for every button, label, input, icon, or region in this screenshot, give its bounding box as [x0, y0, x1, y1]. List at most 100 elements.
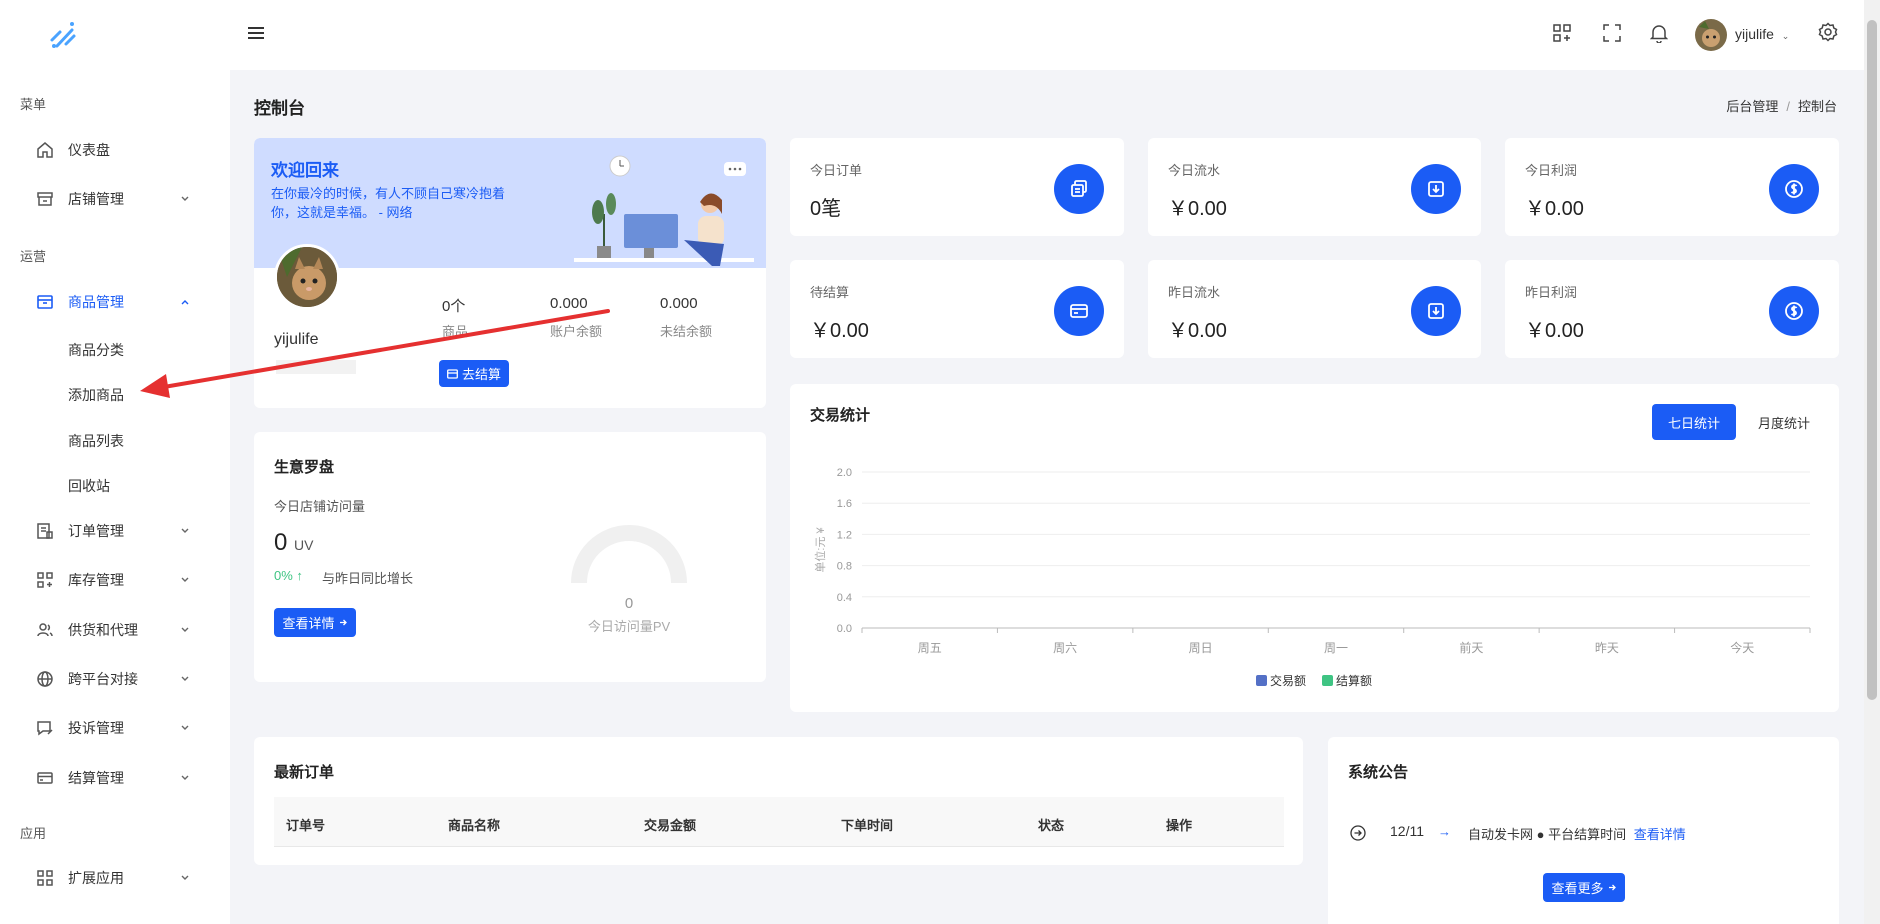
order-list-icon: [36, 522, 54, 540]
sidebar-subitem-category[interactable]: 商品分类: [68, 340, 124, 360]
column-header-order-time: 下单时间: [841, 818, 894, 833]
store-icon: [36, 190, 54, 208]
stat-card-today-orders: 今日订单 0笔: [790, 138, 1124, 236]
account-balance-label: 账户余额: [550, 324, 603, 339]
sidebar-item-products[interactable]: 商品管理: [36, 289, 196, 315]
trade-stats-card: 交易统计 七日统计 月度统计 0.0 0.4 0.8 1.2 1.6 2.0 单位:元 ¥ 周…: [790, 384, 1839, 712]
legend-label: 结算额: [1336, 673, 1372, 688]
sidebar-item-store[interactable]: 店铺管理: [36, 186, 196, 212]
notice-date: 12/11: [1390, 823, 1424, 839]
stat-card-yesterday-flow: 昨日流水 ￥0.00: [1148, 260, 1481, 358]
stat-value: ￥0.00: [1168, 198, 1227, 220]
grid-plus-icon: [36, 571, 54, 589]
stat-label: 今日利润: [1525, 163, 1578, 178]
stat-value: ￥0.00: [1525, 198, 1584, 220]
x-tick-label: 前天: [1459, 640, 1483, 655]
sidebar-item-cross-platform[interactable]: 跨平台对接: [36, 666, 196, 692]
sidebar-subitem-product-list[interactable]: 商品列表: [68, 431, 124, 451]
stat-label: 昨日利润: [1525, 285, 1578, 300]
page-title: 控制台: [254, 99, 305, 118]
x-tick-label: 周五: [918, 641, 942, 655]
chevron-down-icon: ⌄: [1781, 31, 1790, 41]
y-tick-label: 0.4: [837, 592, 852, 604]
sidebar-item-settlement[interactable]: 结算管理: [36, 765, 196, 791]
legend-label: 交易额: [1270, 673, 1306, 688]
brand-logo[interactable]: [46, 18, 82, 50]
globe-icon: [36, 670, 54, 688]
blurred-placeholder: [276, 360, 356, 374]
sidebar-subitem-recycle-bin[interactable]: 回收站: [68, 476, 110, 496]
chevron-down-icon: [180, 625, 190, 635]
legend-swatch: [1322, 675, 1333, 686]
compass-title: 生意罗盘: [274, 459, 335, 476]
stat-label: 待结算: [810, 285, 850, 300]
sidebar-item-supply[interactable]: 供货和代理: [36, 617, 196, 643]
x-tick-label: 周一: [1324, 641, 1348, 655]
chevron-down-icon: [180, 526, 190, 536]
stat-value: ￥0.00: [810, 320, 869, 342]
stat-card-today-profit: 今日利润 ￥0.00: [1505, 138, 1839, 236]
chevron-down-icon: [180, 575, 190, 585]
gauge-track: [571, 525, 687, 584]
sidebar-item-extensions[interactable]: 扩展应用: [36, 865, 196, 891]
chevron-down-icon: [180, 674, 190, 684]
breadcrumb-item[interactable]: 后台管理: [1726, 99, 1778, 114]
fullscreen-icon[interactable]: [1603, 24, 1621, 42]
notice-text: 自动发卡网 ● 平台结算时间: [1468, 827, 1627, 842]
latest-orders-title: 最新订单: [274, 764, 335, 781]
section-title-menu: 菜单: [20, 97, 47, 112]
x-tick-label: 今天: [1730, 640, 1754, 655]
sidebar-item-dashboard[interactable]: 仪表盘: [36, 137, 196, 163]
chevron-up-icon: [180, 297, 190, 307]
user-avatar-large: [274, 244, 340, 310]
notice-link[interactable]: 查看详情: [1634, 827, 1686, 842]
sidebar-item-complaints[interactable]: 投诉管理: [36, 715, 196, 741]
column-header-actions: 操作: [1166, 818, 1193, 833]
avatar[interactable]: [1695, 19, 1727, 51]
stat-card-yesterday-profit: 昨日利润 ￥0.00: [1505, 260, 1839, 358]
arrow-right-icon: [339, 618, 348, 627]
sidebar-item-label: 结算管理: [68, 770, 124, 786]
view-more-label: 查看更多: [1551, 881, 1604, 896]
scrollbar-thumb[interactable]: [1867, 20, 1877, 700]
stat-value: ￥0.00: [1168, 320, 1227, 342]
x-tick-label: 周日: [1189, 641, 1213, 655]
notice-item[interactable]: 自动发卡网 ● 平台结算时间 查看详情: [1468, 824, 1686, 843]
unsettled-balance-label: 未结余额: [660, 324, 713, 339]
topbar: yijulife ⌄: [230, 0, 1864, 70]
bell-icon[interactable]: [1650, 23, 1668, 43]
sidebar-item-inventory[interactable]: 库存管理: [36, 567, 196, 593]
view-more-button[interactable]: 查看更多: [1543, 873, 1625, 902]
sidebar-item-label: 供货和代理: [68, 622, 138, 638]
gauge-label: 今日访问量PV: [587, 619, 671, 634]
working-woman-illustration: [564, 154, 754, 266]
x-tick-label: 昨天: [1595, 641, 1619, 655]
menu-toggle-icon[interactable]: [248, 26, 264, 40]
stat-value: 0笔: [810, 198, 842, 220]
sidebar-item-label: 订单管理: [68, 523, 124, 539]
y-tick-label: 0.0: [837, 623, 852, 635]
latest-orders-card: 最新订单 订单号 商品名称 交易金额 下单时间 状态 操作: [254, 737, 1303, 865]
sidebar-item-label: 扩展应用: [68, 870, 124, 886]
page-scrollbar[interactable]: [1864, 0, 1880, 924]
arrow-right-icon: →: [1438, 824, 1451, 839]
settings-gear-icon[interactable]: [1818, 22, 1838, 42]
account-balance-value: 0.000: [550, 295, 588, 312]
card-icon: [1054, 286, 1104, 336]
x-tick-label: 周六: [1053, 641, 1077, 655]
download-box-icon: [1411, 286, 1461, 336]
welcome-quote: 在你最冷的时候，有人不顾自己寒冷抱着你，这就是幸福。 - 网络: [271, 186, 506, 220]
breadcrumb: 后台管理 / 控制台: [1726, 99, 1837, 114]
app-switch-icon[interactable]: [1553, 24, 1571, 42]
sidebar-item-orders[interactable]: 订单管理: [36, 518, 196, 544]
settle-button[interactable]: 去结算: [439, 360, 509, 387]
sidebar-subitem-add-product[interactable]: 添加商品: [68, 385, 124, 405]
stat-label: 昨日流水: [1168, 285, 1221, 300]
view-details-button[interactable]: 查看详情: [274, 608, 356, 637]
chevron-down-icon: [180, 873, 190, 883]
sidebar-item-label: 店铺管理: [68, 191, 124, 207]
welcome-username: yijulife: [274, 331, 319, 348]
stat-label: 今日流水: [1168, 163, 1221, 178]
username-dropdown[interactable]: yijulife ⌄: [1735, 26, 1789, 42]
chevron-down-icon: [180, 723, 190, 733]
